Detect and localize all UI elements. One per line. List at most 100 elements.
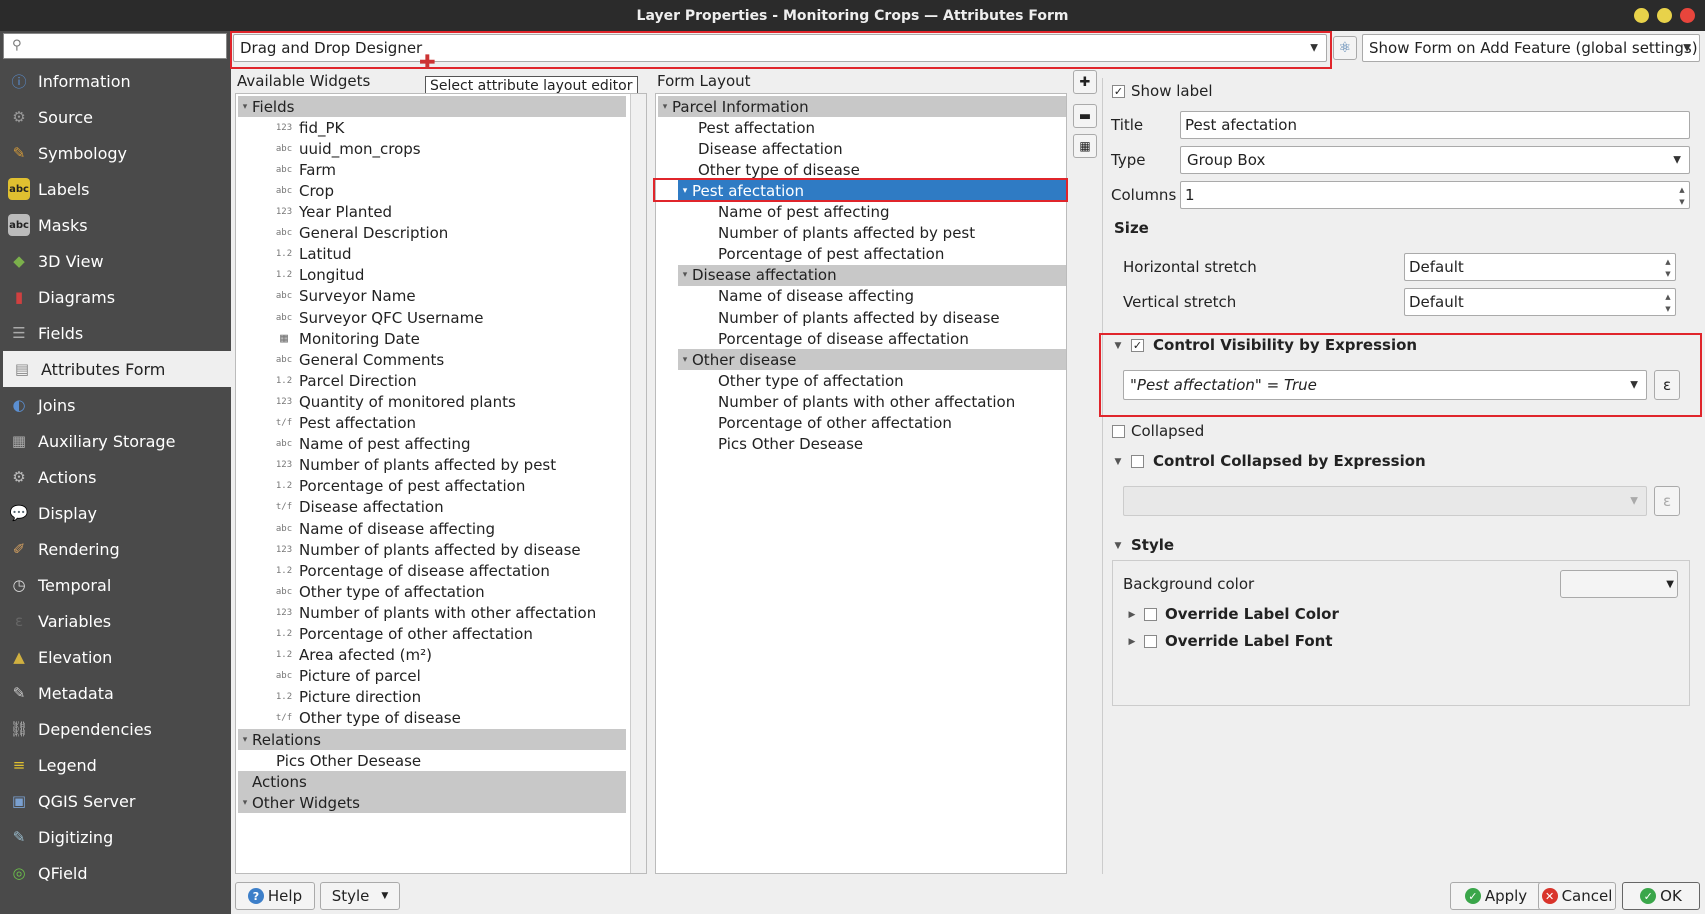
layout-field-item[interactable]: Porcentage of disease affectation [718, 328, 1066, 349]
close-icon[interactable] [1680, 8, 1695, 23]
sidebar-item-dependencies[interactable]: ⛓ Dependencies [0, 711, 231, 747]
sidebar-item-digitizing[interactable]: ✎ Digitizing [0, 819, 231, 855]
layout-field-item[interactable]: Pest affectation [698, 117, 1066, 138]
tree-field-item[interactable]: abc Picture of parcel [274, 666, 624, 687]
vertical-scrollbar[interactable] [630, 94, 646, 873]
ok-button[interactable]: ✓ OK [1622, 882, 1700, 910]
tree-expand-icon[interactable]: ▾ [658, 102, 672, 112]
layout-field-item[interactable]: Porcentage of other affectation [718, 413, 1066, 434]
tree-expand-icon[interactable]: ▾ [678, 270, 692, 280]
columns-spinbox[interactable]: 1 ▲ ▼ [1180, 181, 1690, 209]
layout-container-item[interactable]: ▾ Parcel Information [658, 96, 1066, 117]
spin-arrows-icon[interactable]: ▲ ▼ [1677, 184, 1687, 206]
sidebar-item-diagrams[interactable]: ▮ Diagrams [0, 279, 231, 315]
sidebar-item-legend[interactable]: ≡ Legend [0, 747, 231, 783]
spin-arrows-icon[interactable]: ▲ ▼ [1663, 291, 1673, 313]
tree-field-item[interactable]: abc General Comments [274, 349, 624, 370]
expand-triangle-icon[interactable]: ▶ [1125, 610, 1139, 620]
layout-field-item[interactable]: Name of disease affecting [718, 286, 1066, 307]
help-button[interactable]: ? Help [235, 882, 315, 910]
collapsed-checkbox[interactable] [1112, 425, 1125, 438]
tree-field-item[interactable]: abc uuid_mon_crops [274, 138, 624, 159]
sidebar-search-input[interactable]: ⚲ [3, 33, 227, 59]
tree-field-item[interactable]: abc General Description [274, 223, 624, 244]
collapsed-expression-checkbox[interactable] [1131, 455, 1144, 468]
title-input[interactable]: Pest afectation [1180, 111, 1690, 139]
remove-item-button[interactable]: ▬ [1073, 104, 1097, 128]
collapse-triangle-icon[interactable]: ▼ [1111, 541, 1125, 551]
sidebar-item-rendering[interactable]: ✐ Rendering [0, 531, 231, 567]
tree-field-item[interactable]: 123 Year Planted [274, 202, 624, 223]
layout-field-item[interactable]: Number of plants with other affectation [718, 391, 1066, 412]
tree-group-actions[interactable]: Actions [238, 771, 626, 793]
tree-field-item[interactable]: 1.2 Latitud [274, 244, 624, 265]
hstretch-spinbox[interactable]: Default ▲ ▼ [1404, 253, 1676, 281]
style-button[interactable]: Style ▼ [320, 882, 400, 910]
sidebar-item-3d-view[interactable]: ◆ 3D View [0, 243, 231, 279]
expand-triangle-icon[interactable]: ▶ [1125, 637, 1139, 647]
sidebar-item-auxiliary-storage[interactable]: ▦ Auxiliary Storage [0, 423, 231, 459]
tree-group-relations[interactable]: ▾ Relations [238, 729, 626, 750]
visibility-expression-input[interactable]: "Pest affectation" = True ▼ [1123, 370, 1647, 400]
layout-container-item[interactable]: ▾ Disease affectation [678, 264, 1066, 286]
tree-field-item[interactable]: 1.2 Longitud [274, 265, 624, 286]
tree-field-item[interactable]: abc Other type of affectation [274, 581, 624, 602]
show-label-checkbox[interactable]: ✓ [1112, 85, 1125, 98]
tree-field-item[interactable]: t/f Pest affectation [274, 413, 624, 434]
tree-field-item[interactable]: 123 Number of plants affected by pest [274, 455, 624, 476]
sidebar-item-elevation[interactable]: ▲ Elevation [0, 639, 231, 675]
tree-field-item[interactable]: 123 Number of plants affected by disease [274, 539, 624, 560]
visibility-expression-checkbox[interactable]: ✓ [1131, 339, 1144, 352]
layout-field-item[interactable]: Pics Other Desease [718, 434, 1066, 455]
sidebar-item-qgis-server[interactable]: ▣ QGIS Server [0, 783, 231, 819]
layout-field-item[interactable]: Other type of disease [698, 159, 1066, 180]
tree-expand-icon[interactable]: ▾ [678, 186, 692, 196]
collapsed-expression-input[interactable]: ▼ [1123, 486, 1647, 516]
tree-group-fields[interactable]: ▾ Fields [238, 96, 626, 117]
sidebar-item-symbology[interactable]: ✎ Symbology [0, 135, 231, 171]
layout-field-item[interactable]: Number of plants affected by pest [718, 223, 1066, 244]
tree-field-item[interactable]: 1.2 Area afected (m²) [274, 645, 624, 666]
layout-container-item[interactable]: ▾ Other disease [678, 349, 1066, 371]
suppress-form-combo[interactable]: Show Form on Add Feature (global setting… [1362, 34, 1700, 62]
layout-field-item[interactable]: Other type of affectation [718, 370, 1066, 391]
sidebar-item-qfield[interactable]: ◎ QField [0, 855, 231, 891]
tree-field-item[interactable]: t/f Other type of disease [274, 708, 624, 729]
minimize-icon[interactable] [1634, 8, 1649, 23]
sidebar-item-source[interactable]: ⚙ Source [0, 99, 231, 135]
tree-group-other-widgets[interactable]: ▾ Other Widgets [238, 792, 626, 814]
tree-field-item[interactable]: ▦ Monitoring Date [274, 328, 624, 349]
bgcolor-button[interactable]: ▼ [1560, 570, 1678, 598]
sidebar-item-metadata[interactable]: ✎ Metadata [0, 675, 231, 711]
tree-field-item[interactable]: 1.2 Parcel Direction [274, 370, 624, 391]
override-font-checkbox[interactable] [1144, 635, 1157, 648]
tree-expand-icon[interactable]: ▾ [238, 798, 252, 808]
sidebar-item-information[interactable]: ⓘ Information [0, 63, 231, 99]
tree-expand-icon[interactable]: ▾ [238, 735, 252, 745]
tree-field-item[interactable]: 1.2 Picture direction [274, 687, 624, 708]
sidebar-item-masks[interactable]: abc Masks [0, 207, 231, 243]
layout-container-item[interactable]: ▾ Pest afectation [678, 180, 1066, 202]
tree-field-item[interactable]: abc Name of disease affecting [274, 518, 624, 539]
sidebar-item-display[interactable]: 💬 Display [0, 495, 231, 531]
sidebar-item-joins[interactable]: ◐ Joins [0, 387, 231, 423]
sidebar-item-temporal[interactable]: ◷ Temporal [0, 567, 231, 603]
tree-field-item[interactable]: abc Crop [274, 180, 624, 201]
add-container-button[interactable]: ✚ [1073, 70, 1097, 94]
collapse-triangle-icon[interactable]: ▼ [1111, 457, 1125, 467]
tree-expand-icon[interactable]: ▾ [678, 355, 692, 365]
layout-field-item[interactable]: Number of plants affected by disease [718, 307, 1066, 328]
tree-relation-item[interactable]: Pics Other Desease [276, 750, 624, 771]
collapsed-expression-builder-button[interactable]: ε [1654, 486, 1680, 516]
tree-field-item[interactable]: 123 Quantity of monitored plants [274, 391, 624, 412]
sidebar-item-actions[interactable]: ⚙ Actions [0, 459, 231, 495]
sidebar-item-attributes-form[interactable]: ▤ Attributes Form [3, 351, 231, 387]
tree-field-item[interactable]: 1.2 Porcentage of other affectation [274, 624, 624, 645]
apply-button[interactable]: ✓ Apply [1450, 882, 1542, 910]
layout-field-item[interactable]: Name of pest affecting [718, 202, 1066, 223]
layout-field-item[interactable]: Porcentage of pest affectation [718, 244, 1066, 265]
vstretch-spinbox[interactable]: Default ▲ ▼ [1404, 288, 1676, 316]
override-color-checkbox[interactable] [1144, 608, 1157, 621]
tree-expand-icon[interactable]: ▾ [238, 102, 252, 112]
sidebar-item-variables[interactable]: ε Variables [0, 603, 231, 639]
